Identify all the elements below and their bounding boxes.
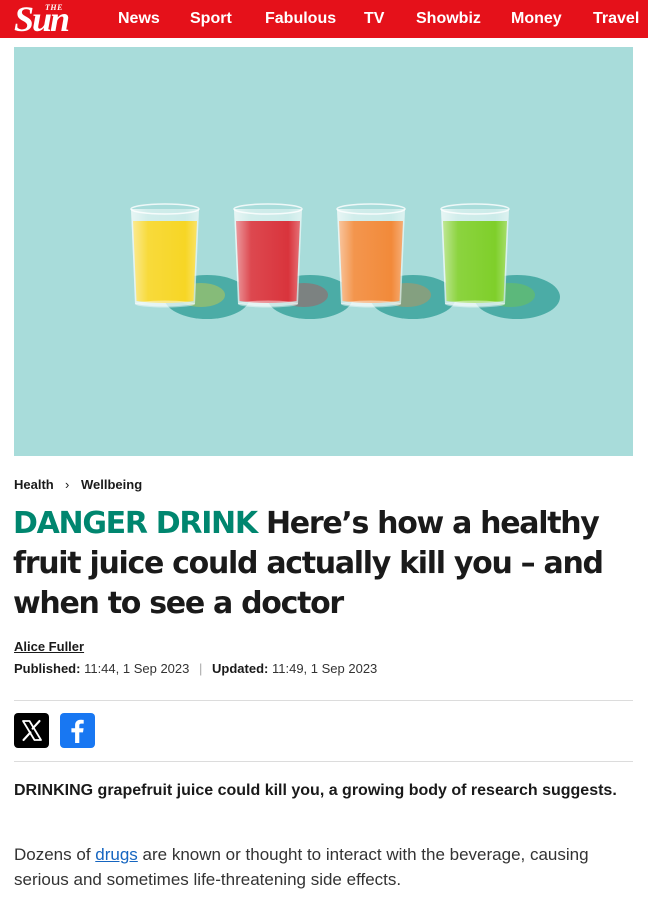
the-sun-logo[interactable]: Sun THE <box>12 0 104 38</box>
article-lead: DRINKING grapefruit juice could kill you… <box>14 782 617 799</box>
nav-item-money[interactable]: Money <box>511 10 562 28</box>
breadcrumb-health[interactable]: Health <box>14 477 54 492</box>
nav-item-showbiz[interactable]: Showbiz <box>416 10 481 28</box>
article-paragraph: Dozens of drugs are known or thought to … <box>14 842 629 892</box>
nav-item-sport[interactable]: Sport <box>190 10 232 28</box>
nav-item-news[interactable]: News <box>118 10 160 28</box>
drugs-link[interactable]: drugs <box>95 845 138 864</box>
published-value: 11:44, 1 Sep 2023 <box>84 661 190 676</box>
divider-top <box>14 700 633 701</box>
breadcrumb-chevron-icon: › <box>65 477 70 492</box>
x-icon <box>22 719 42 742</box>
headline-kicker: DANGER DRINK <box>13 506 258 541</box>
share-facebook-button[interactable] <box>60 713 95 748</box>
updated-value: 11:49, 1 Sep 2023 <box>271 661 378 676</box>
paragraph-text-before: Dozens of <box>14 845 96 864</box>
nav-item-travel[interactable]: Travel <box>593 10 639 28</box>
article-headline: DANGER DRINK Here’s how a healthy fruit … <box>13 504 625 624</box>
logo-the: THE <box>45 3 63 12</box>
author-link[interactable]: Alice Fuller <box>14 639 84 654</box>
updated-label: Updated: <box>212 661 269 676</box>
date-separator: | <box>199 661 203 676</box>
divider-bottom <box>14 761 633 762</box>
published-label: Published: <box>14 661 81 676</box>
share-x-button[interactable] <box>14 713 49 748</box>
facebook-icon <box>71 719 84 743</box>
top-navigation-bar: Sun THE News Sport Fabulous TV Showbiz M… <box>0 0 648 38</box>
hero-image <box>14 47 633 456</box>
breadcrumb-wellbeing[interactable]: Wellbeing <box>81 477 142 492</box>
article-dates: Published: 11:44, 1 Sep 2023 | Updated: … <box>14 661 377 676</box>
nav-item-fabulous[interactable]: Fabulous <box>265 10 336 28</box>
nav-item-tv[interactable]: TV <box>364 10 384 28</box>
